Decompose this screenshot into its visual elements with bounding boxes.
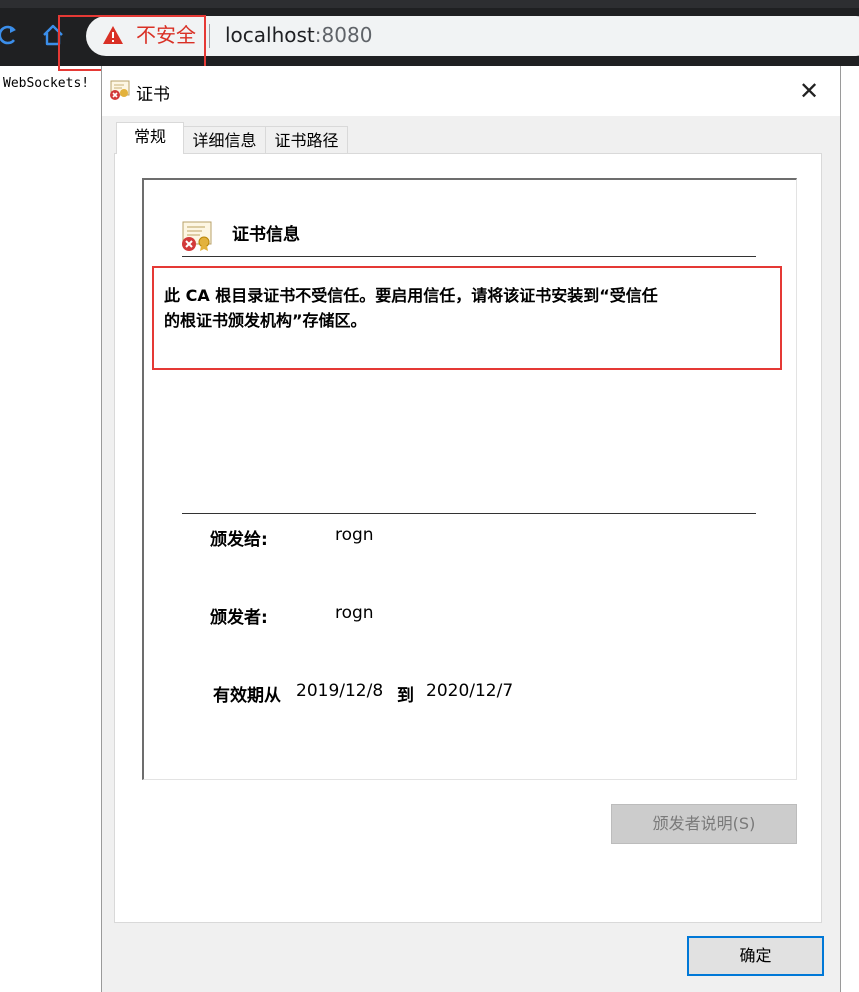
highlight-box-security: [58, 15, 206, 71]
close-icon[interactable]: ✕: [792, 76, 826, 106]
issued-by-label: 颁发者:: [210, 608, 268, 628]
certificate-dialog: 证书 ✕ 常规 详细信息 证书路径 证书信息 此 CA 根目录证书不受信任。要启…: [101, 66, 841, 992]
tab-strip: [0, 0, 859, 8]
dialog-title: 证书: [136, 85, 170, 105]
url-host: localhost: [225, 23, 315, 47]
valid-from-value: 2019/12/8: [296, 681, 384, 701]
certificate-info-heading: 证书信息: [232, 225, 300, 245]
certificate-error-icon: [180, 220, 214, 252]
divider-top: [182, 256, 756, 257]
page-body-text: WebSockets!: [3, 76, 90, 91]
validity-to-label: 到: [397, 686, 414, 706]
url-port: :8080: [314, 23, 373, 47]
issuer-statement-button[interactable]: 颁发者说明(S): [611, 804, 797, 844]
tab-general[interactable]: 常规: [116, 122, 184, 154]
reload-icon[interactable]: [0, 22, 20, 48]
tab-details[interactable]: 详细信息: [184, 126, 266, 154]
divider-bottom: [182, 513, 756, 514]
issued-to-value: rogn: [335, 525, 374, 545]
highlight-box-warning: [152, 266, 782, 370]
tab-certification-path[interactable]: 证书路径: [266, 126, 348, 154]
certificate-error-icon: [108, 78, 132, 102]
dialog-titlebar: 证书 ✕: [102, 66, 840, 116]
omnibox-separator: [209, 24, 210, 48]
validity-label: 有效期从: [213, 686, 281, 706]
issued-by-value: rogn: [335, 603, 374, 623]
url-text[interactable]: localhost:8080: [225, 22, 372, 48]
ok-button[interactable]: 确定: [687, 936, 824, 976]
issued-to-label: 颁发给:: [210, 530, 268, 550]
valid-to-value: 2020/12/7: [426, 681, 514, 701]
